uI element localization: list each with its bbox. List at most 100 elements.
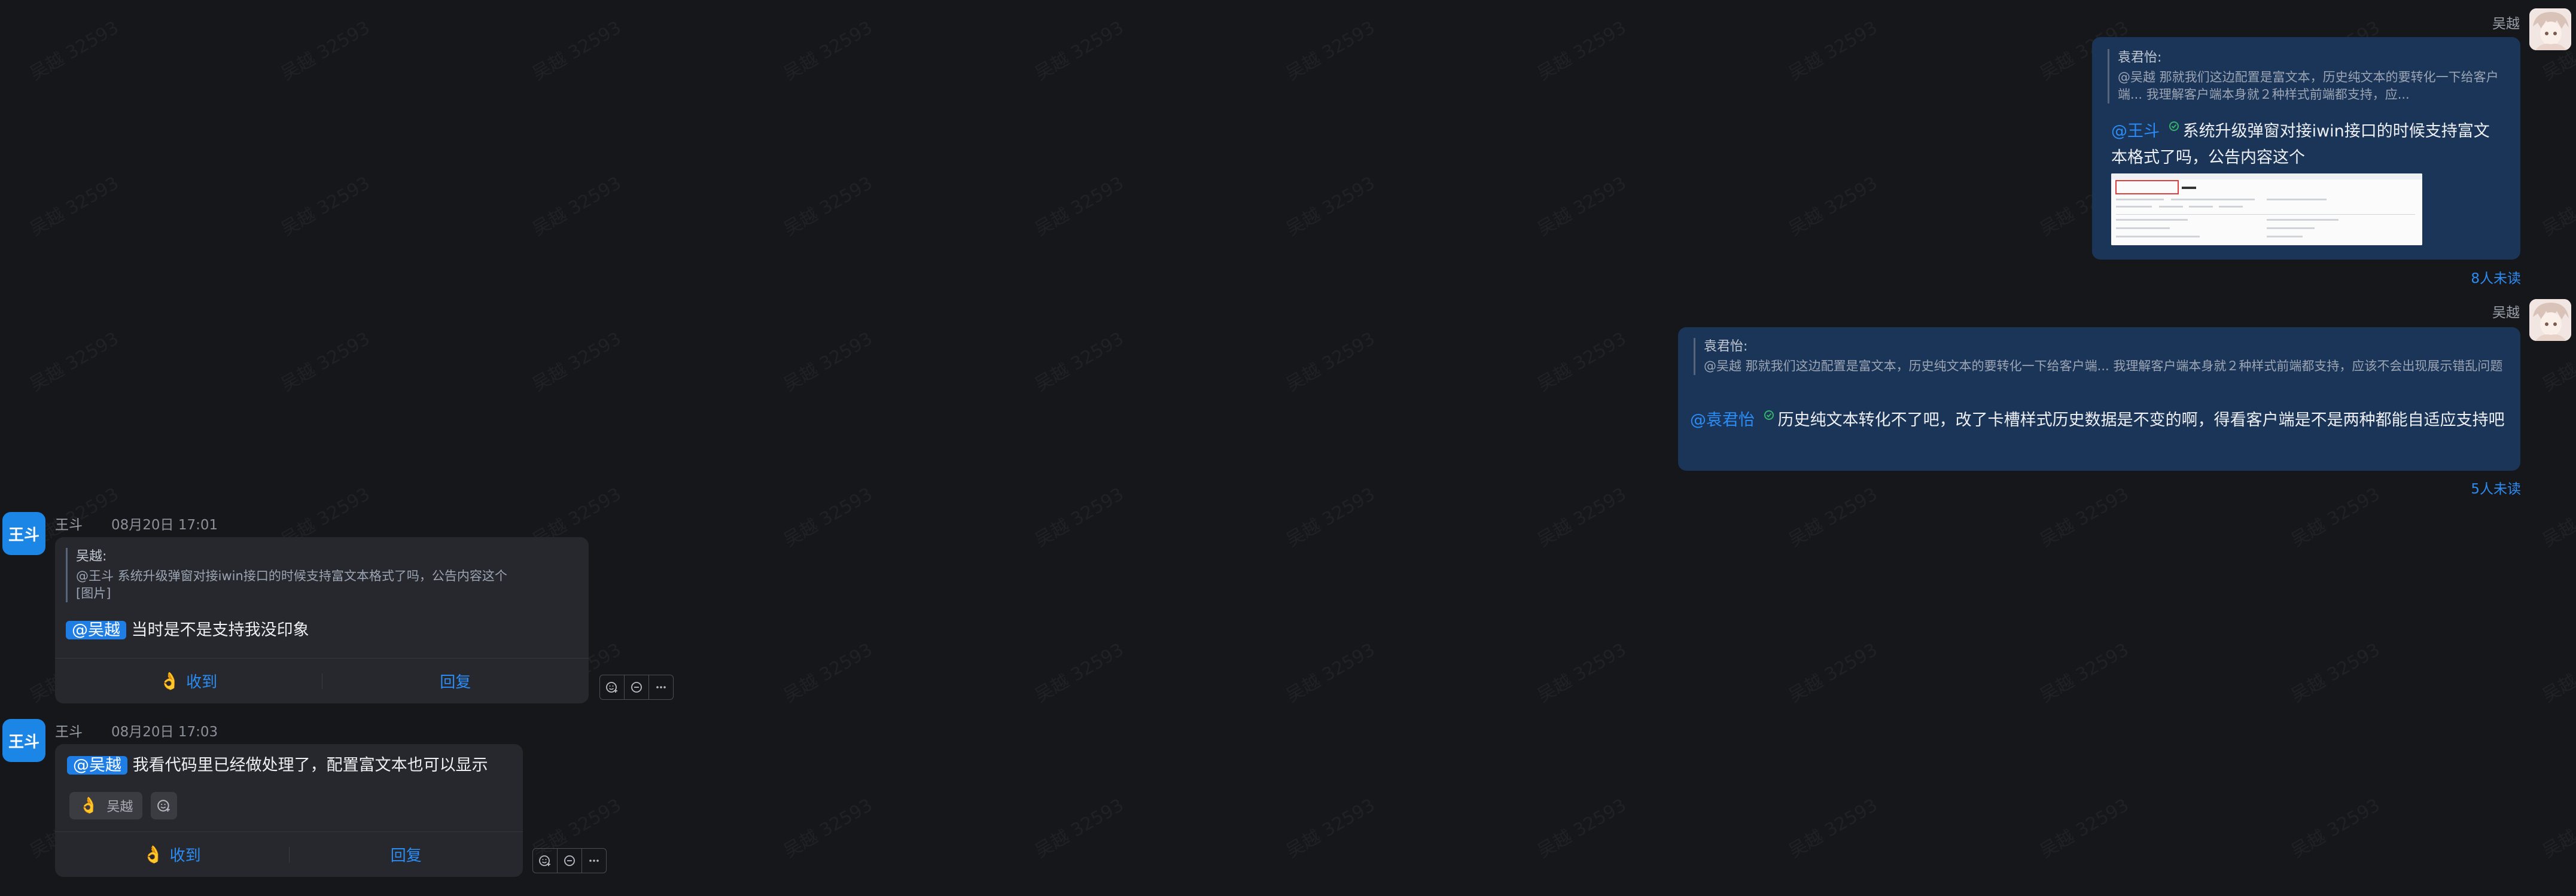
watermark-text: 吴越 32593 (2034, 791, 2133, 863)
watermark-text: 吴越 32593 (1783, 169, 1881, 241)
watermark-text: 吴越 32593 (1280, 169, 1379, 241)
ack-button[interactable]: 👌 收到 (55, 670, 322, 692)
sender-name: 王斗 (55, 517, 83, 533)
ok-hand-icon: 👌 (142, 845, 164, 864)
message-time: 08月20日 17:01 (111, 517, 218, 533)
message-bubble[interactable]: 袁君怡: @吴越 那就我们这边配置是富文本，历史纯文本的要转化一下给客户端...… (1678, 327, 2520, 471)
read-check-icon (1764, 410, 1774, 420)
user-avatar[interactable]: 王斗 (2, 512, 45, 555)
watermark-text: 吴越 32593 (275, 13, 374, 86)
quoted-message[interactable]: 吴越: @王斗 系统升级弹窗对接iwin接口的时候支持富文本格式了吗，公告内容这… (66, 548, 580, 602)
message-time: 08月20日 17:03 (111, 724, 218, 740)
watermark-text: 吴越 32593 (778, 480, 876, 552)
quoted-message[interactable]: 袁君怡: @吴越 那就我们这边配置是富文本，历史纯文本的要转化一下给客户端...… (1694, 338, 2507, 375)
read-check-icon (2169, 121, 2179, 131)
watermark-text: 吴越 32593 (1029, 13, 1128, 86)
watermark-text: 吴越 32593 (1531, 169, 1630, 241)
message-toolbar (599, 675, 674, 700)
unread-count[interactable]: 5人未读 (2333, 477, 2521, 498)
screenshot-thumbnail-icon (2111, 173, 2422, 245)
message-text: @袁君怡 历史纯文本转化不了吧，改了卡槽样式历史数据是不变的啊，得看客户端是不是… (1690, 407, 2510, 434)
quote-author: 袁君怡: (1704, 339, 1748, 354)
watermark-text: 吴越 32593 (1531, 791, 1630, 863)
ok-hand-icon: 👌 (79, 797, 99, 815)
comment-icon[interactable] (625, 675, 649, 700)
reply-button[interactable]: 回复 (322, 670, 589, 692)
comment-icon[interactable] (558, 848, 582, 873)
more-icon[interactable] (582, 848, 607, 873)
action-bar: 👌 收到 回复 (55, 658, 589, 703)
watermark-text: 吴越 32593 (778, 635, 876, 708)
watermark-text: 吴越 32593 (1280, 324, 1379, 397)
quote-author: 袁君怡: (2118, 50, 2162, 65)
watermark-text: 吴越 32593 (275, 324, 374, 397)
message-text: @王斗 系统升级弹窗对接iwin接口的时候支持富文本格式了吗，公告内容这个 (2111, 118, 2500, 171)
add-reaction-icon[interactable] (532, 848, 558, 873)
watermark-text: 吴越 32593 (2537, 480, 2576, 552)
add-reaction-icon[interactable] (599, 675, 625, 700)
ack-label: 收到 (186, 673, 218, 691)
reply-label: 回复 (390, 847, 422, 865)
user-avatar[interactable]: 王斗 (2, 719, 45, 762)
ok-hand-icon: 👌 (159, 671, 181, 691)
watermark-text: 吴越 32593 (1531, 13, 1630, 86)
quote-image-placeholder: [图片] (76, 586, 111, 601)
watermark-text: 吴越 32593 (2034, 480, 2133, 552)
avatar-image-icon (2529, 8, 2571, 50)
message-text: @吴越 我看代码里已经做处理了，配置富文本也可以显示 (67, 752, 516, 779)
quote-author: 吴越: (76, 549, 107, 564)
message-text: @吴越 当时是不是支持我没印象 (66, 617, 580, 644)
message-body: 历史纯文本转化不了吧，改了卡槽样式历史数据是不变的啊，得看客户端是不是两种都能自… (1777, 411, 2505, 429)
message-body: 我看代码里已经做处理了，配置富文本也可以显示 (132, 756, 488, 775)
add-reaction-icon[interactable] (151, 792, 178, 819)
watermark-text: 吴越 32593 (2285, 635, 2384, 708)
mention-chip[interactable]: @吴越 (66, 621, 126, 639)
quoted-message[interactable]: 袁君怡: @吴越 那就我们这边配置是富文本，历史纯文本的要转化一下给客户端...… (2108, 49, 2508, 103)
reply-label: 回复 (440, 673, 471, 691)
watermark-text: 吴越 32593 (778, 169, 876, 241)
message-body: 当时是不是支持我没印象 (131, 621, 309, 639)
user-avatar[interactable] (2529, 8, 2571, 50)
watermark-text: 吴越 32593 (1531, 324, 1630, 397)
sender-name: 王斗 (55, 724, 83, 740)
mention-link[interactable]: @王斗 (2111, 122, 2160, 141)
watermark-text: 吴越 32593 (2537, 169, 2576, 241)
watermark-text: 吴越 32593 (1029, 635, 1128, 708)
image-attachment[interactable] (2111, 173, 2422, 245)
watermark-text: 吴越 32593 (24, 169, 123, 241)
message-bubble[interactable]: 袁君怡: @吴越 那就我们这边配置是富文本，历史纯文本的要转化一下给客户端...… (2092, 37, 2520, 260)
unread-count[interactable]: 8人未读 (2333, 267, 2521, 287)
user-avatar[interactable] (2529, 299, 2571, 341)
message-bubble[interactable]: 吴越: @王斗 系统升级弹窗对接iwin接口的时候支持富文本格式了吗，公告内容这… (55, 537, 589, 703)
watermark-text: 吴越 32593 (1783, 13, 1881, 86)
watermark-text: 吴越 32593 (2285, 791, 2384, 863)
mention-chip[interactable]: @吴越 (67, 756, 127, 775)
action-bar: 👌 收到 回复 (55, 831, 523, 877)
ack-button[interactable]: 👌 收到 (55, 843, 289, 865)
reply-button[interactable]: 回复 (290, 843, 523, 865)
watermark-text: 吴越 32593 (1783, 635, 1881, 708)
mention-link[interactable]: @袁君怡 (1690, 411, 1755, 429)
watermark-text: 吴越 32593 (2034, 635, 2133, 708)
more-icon[interactable] (649, 675, 674, 700)
quote-text: @王斗 系统升级弹窗对接iwin接口的时候支持富文本格式了吗，公告内容这个 (76, 569, 507, 583)
message-toolbar (532, 848, 607, 873)
watermark-text: 吴越 32593 (1280, 13, 1379, 86)
watermark-text: 吴越 32593 (1531, 480, 1630, 552)
watermark-text: 吴越 32593 (1029, 169, 1128, 241)
watermark-text: 吴越 32593 (1280, 791, 1379, 863)
avatar-image-icon (2529, 299, 2571, 341)
watermark-text: 吴越 32593 (1029, 791, 1128, 863)
watermark-text: 吴越 32593 (778, 791, 876, 863)
watermark-text: 吴越 32593 (2537, 635, 2576, 708)
reaction-chip[interactable]: 👌 吴越 (69, 792, 143, 819)
watermark-text: 吴越 32593 (1280, 635, 1379, 708)
watermark-text: 吴越 32593 (24, 13, 123, 86)
watermark-text: 吴越 32593 (526, 169, 625, 241)
watermark-text: 吴越 32593 (24, 324, 123, 397)
sender-name: 吴越 (2492, 305, 2520, 321)
watermark-text: 吴越 32593 (2537, 791, 2576, 863)
message-bubble[interactable]: @吴越 我看代码里已经做处理了，配置富文本也可以显示 👌 吴越 👌 收到 回复 (55, 744, 523, 877)
reaction-user: 吴越 (106, 800, 133, 815)
watermark-text: 吴越 32593 (275, 169, 374, 241)
